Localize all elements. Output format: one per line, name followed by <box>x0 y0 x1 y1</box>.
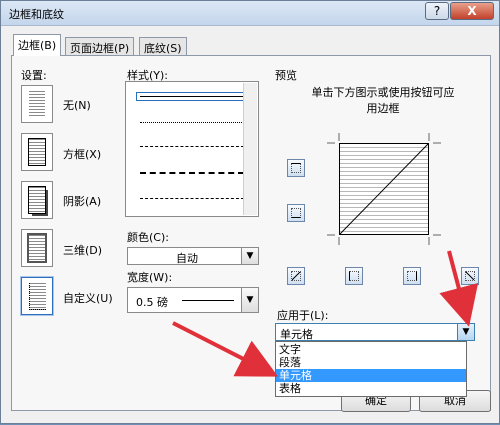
arrow-to-dropdown <box>439 250 479 327</box>
dialog-window: 边框和底纹 ? X 边框(B) 页面边框(P) 底纹(S) 设置: 无(N) 方… <box>0 0 500 424</box>
annotation-arrows <box>172 250 479 377</box>
arrow-to-cell-option <box>172 321 279 377</box>
